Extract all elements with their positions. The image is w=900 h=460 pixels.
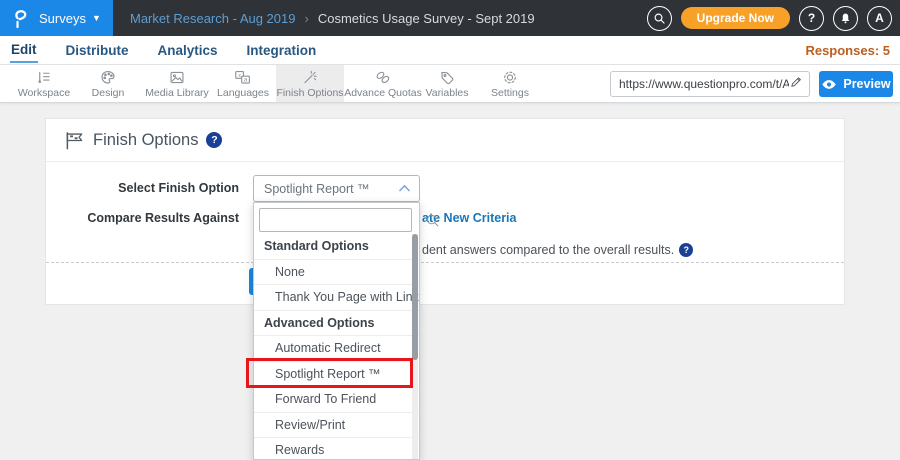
chevron-up-icon xyxy=(398,180,411,198)
flag-icon xyxy=(64,131,85,150)
dropdown-group-advanced-options: Advanced Options xyxy=(254,311,419,337)
workspace-icon xyxy=(35,69,53,86)
tab-distribute[interactable]: Distribute xyxy=(65,38,130,62)
dropdown-item-rewards[interactable]: Rewards xyxy=(254,438,419,460)
breadcrumb-parent-link[interactable]: Market Research - Aug 2019 xyxy=(130,11,295,26)
product-menu[interactable]: Surveys ▼ xyxy=(0,0,113,36)
toolbar-item-label: Variables xyxy=(426,87,469,99)
dropdown-search-box[interactable] xyxy=(259,208,412,232)
notifications-button[interactable] xyxy=(833,6,858,31)
dropdown-scrollbar-thumb[interactable] xyxy=(412,234,418,360)
chevron-down-icon: ▼ xyxy=(92,13,101,23)
survey-url-value: https://www.questionpro.com/t/A xyxy=(619,77,789,91)
languages-icon: xa xyxy=(233,69,253,86)
toolbar-item-languages[interactable]: xa Languages xyxy=(208,65,278,102)
compare-results-against-label: Compare Results Against xyxy=(46,211,239,225)
preview-button[interactable]: Preview xyxy=(819,71,893,97)
responses-count-link[interactable]: Responses: 5 xyxy=(805,36,890,64)
description-help-icon[interactable]: ? xyxy=(679,243,693,257)
gear-icon xyxy=(501,69,519,86)
toolbar-item-media-library[interactable]: Media Library xyxy=(140,65,214,102)
dropdown-item-automatic-redirect[interactable]: Automatic Redirect xyxy=(254,336,419,362)
preview-button-label: Preview xyxy=(843,77,890,91)
title-help-icon[interactable]: ? xyxy=(206,132,222,148)
tab-analytics[interactable]: Analytics xyxy=(157,38,219,62)
toolbar-item-label: Media Library xyxy=(145,87,209,99)
bell-icon xyxy=(839,12,852,25)
toolbar-item-label: Design xyxy=(92,87,125,99)
design-icon xyxy=(99,69,117,86)
account-avatar[interactable]: A xyxy=(867,6,892,31)
eye-icon xyxy=(821,79,837,90)
search-icon xyxy=(425,213,440,228)
dropdown-option-list: Standard Options None Thank You Page wit… xyxy=(254,234,419,460)
help-button[interactable]: ? xyxy=(799,6,824,31)
media-library-icon xyxy=(168,69,186,86)
dropdown-item-spotlight-report[interactable]: Spotlight Report ™ xyxy=(254,362,419,388)
header-divider xyxy=(46,161,844,162)
edit-toolbar: Workspace Design Media Library xa Langua… xyxy=(0,65,900,103)
survey-nav-tabs: Edit Distribute Analytics Integration Re… xyxy=(0,36,900,65)
search-icon xyxy=(653,12,666,25)
questionpro-app: Surveys ▼ Market Research - Aug 2019 › C… xyxy=(0,0,900,460)
magic-wand-icon xyxy=(301,69,319,86)
toolbar-item-label: Advance Quotas xyxy=(344,87,422,99)
toolbar-item-workspace[interactable]: Workspace xyxy=(12,65,76,102)
survey-url-field[interactable]: https://www.questionpro.com/t/A xyxy=(610,71,810,97)
dropdown-group-standard-options: Standard Options xyxy=(254,234,419,260)
edit-url-pencil-icon[interactable] xyxy=(789,75,803,94)
upgrade-now-button[interactable]: Upgrade Now xyxy=(681,7,790,29)
toolbar-item-label: Languages xyxy=(217,87,269,99)
toolbar-item-label: Workspace xyxy=(18,87,70,99)
dropdown-item-forward-to-friend[interactable]: Forward To Friend xyxy=(254,387,419,413)
topbar-actions: Upgrade Now ? A xyxy=(647,0,892,36)
select-finish-option-label: Select Finish Option xyxy=(46,181,239,195)
dropdown-item-none[interactable]: None xyxy=(254,260,419,286)
chain-links-icon xyxy=(373,69,393,86)
dropdown-item-thank-you-page[interactable]: Thank You Page with Link xyxy=(254,285,419,311)
finish-option-dropdown: Standard Options None Thank You Page wit… xyxy=(253,202,420,460)
page-title: Finish Options xyxy=(93,131,198,150)
product-menu-label: Surveys xyxy=(39,11,86,26)
breadcrumb-current: Cosmetics Usage Survey - Sept 2019 xyxy=(318,11,535,26)
tab-integration[interactable]: Integration xyxy=(246,38,318,62)
breadcrumb: Market Research - Aug 2019 › Cosmetics U… xyxy=(130,0,535,36)
top-bar: Surveys ▼ Market Research - Aug 2019 › C… xyxy=(0,0,900,36)
selected-finish-option: Spotlight Report ™ xyxy=(264,182,398,196)
spotlight-description-partial: dent answers compared to the overall res… xyxy=(422,243,693,257)
toolbar-item-design[interactable]: Design xyxy=(80,65,136,102)
tag-icon xyxy=(438,69,456,86)
finish-option-select[interactable]: Spotlight Report ™ xyxy=(253,175,420,202)
svg-text:x: x xyxy=(238,72,241,78)
dropdown-search-input[interactable] xyxy=(266,209,425,231)
questionpro-logo-icon xyxy=(12,8,29,29)
dropdown-item-review-print[interactable]: Review/Print xyxy=(254,413,419,439)
toolbar-item-settings[interactable]: Settings xyxy=(484,65,536,102)
tab-edit[interactable]: Edit xyxy=(10,37,38,63)
search-button[interactable] xyxy=(647,6,672,31)
toolbar-item-variables[interactable]: Variables xyxy=(424,65,470,102)
toolbar-item-advance-quotas[interactable]: Advance Quotas xyxy=(346,65,420,102)
toolbar-item-finish-options[interactable]: Finish Options xyxy=(276,65,344,102)
finish-options-panel: Finish Options ? Select Finish Option Co… xyxy=(45,118,845,305)
section-dashed-divider xyxy=(46,262,844,263)
toolbar-item-label: Finish Options xyxy=(276,87,343,99)
breadcrumb-separator-icon: › xyxy=(304,11,308,26)
toolbar-item-label: Settings xyxy=(491,87,529,99)
